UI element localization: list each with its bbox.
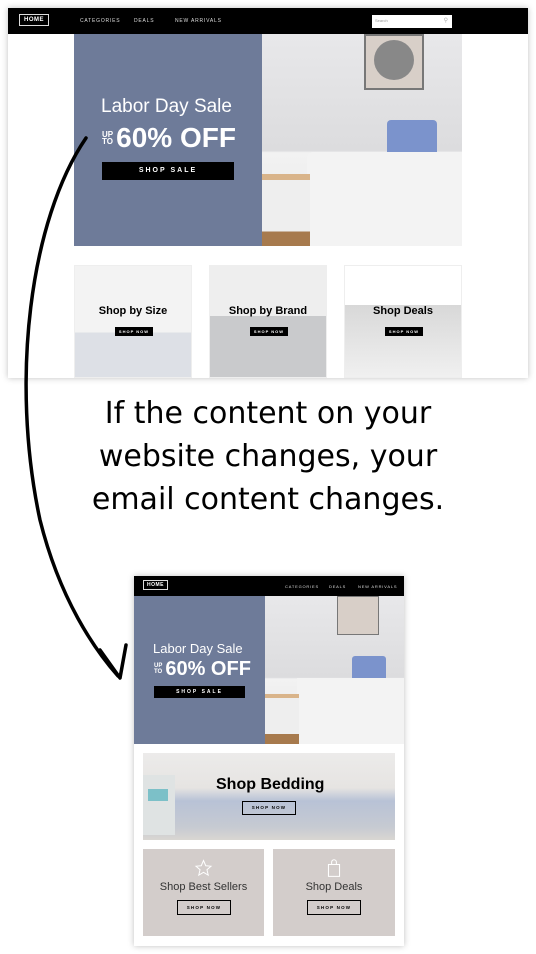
- shop-now-button[interactable]: SHOP NOW: [242, 801, 296, 815]
- email-nav: HOME CATEGORIES DEALS NEW ARRIVALS: [134, 576, 404, 596]
- bedding-title: Shop Bedding: [216, 776, 325, 793]
- to-label: TO: [154, 668, 163, 675]
- box-title: Shop Best Sellers: [159, 881, 248, 893]
- nav-categories[interactable]: CATEGORIES: [285, 584, 319, 589]
- shop-best-sellers-box[interactable]: Shop Best Sellers SHOP NOW: [143, 849, 264, 936]
- wall-art: [337, 596, 379, 635]
- shop-sale-button[interactable]: SHOP SALE: [154, 686, 245, 698]
- shop-deals-box[interactable]: Shop Deals SHOP NOW: [273, 849, 395, 936]
- shop-now-button[interactable]: SHOP NOW: [177, 900, 231, 915]
- email-screenshot: HOME CATEGORIES DEALS NEW ARRIVALS Labor…: [134, 576, 404, 946]
- bedroom-photo: [265, 596, 404, 744]
- nav-deals[interactable]: DEALS: [329, 584, 346, 589]
- nav-new-arrivals[interactable]: NEW ARRIVALS: [358, 584, 397, 589]
- box-title: Shop Deals: [305, 881, 363, 893]
- shop-bedding-banner[interactable]: Shop Bedding SHOP NOW: [143, 753, 395, 840]
- star-icon: [194, 859, 213, 877]
- shop-now-button[interactable]: SHOP NOW: [307, 900, 361, 915]
- nightstand: [265, 694, 299, 744]
- shopping-bag-icon: [327, 859, 341, 877]
- offer-text: 60% OFF: [165, 658, 251, 680]
- nav-home[interactable]: HOME: [143, 580, 168, 590]
- shelf: [143, 775, 175, 835]
- bed: [297, 678, 404, 744]
- hero-panel: Labor Day Sale UP TO 60% OFF SHOP SALE: [134, 596, 265, 744]
- hero-offer: UP TO 60% OFF: [154, 658, 251, 681]
- hero-title: Labor Day Sale: [153, 641, 243, 656]
